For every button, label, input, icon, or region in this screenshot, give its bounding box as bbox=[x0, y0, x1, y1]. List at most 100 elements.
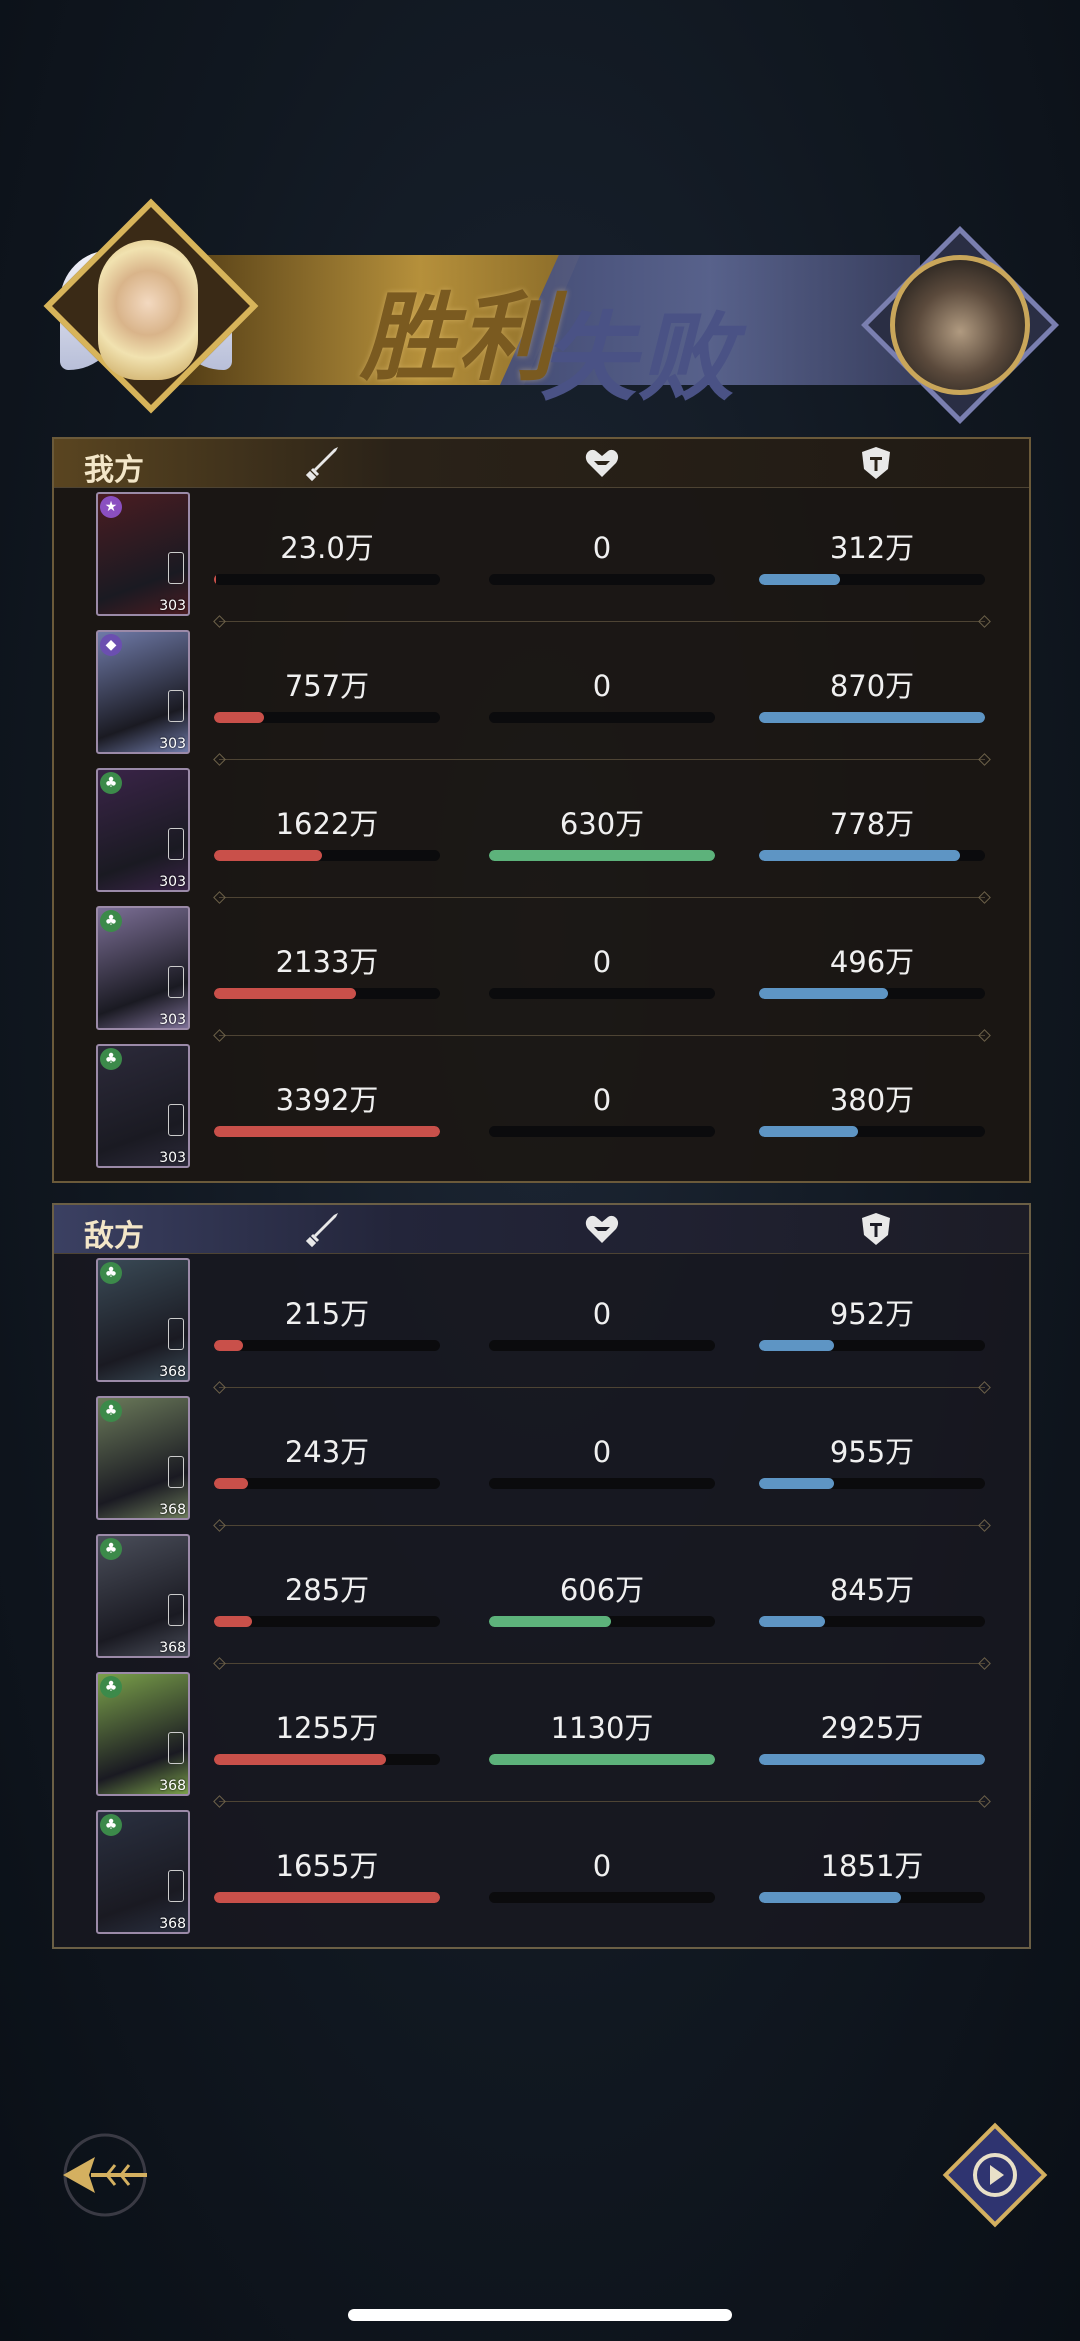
hero-class-icon: ♣ bbox=[100, 1262, 122, 1284]
damage-taken-stat-bar-fill bbox=[759, 850, 961, 861]
damage-taken-stat-value: 845万 bbox=[829, 1573, 915, 1607]
damage-taken-stat-bar bbox=[759, 1892, 985, 1903]
damage-stat-bar-fill bbox=[214, 1616, 253, 1627]
heal-stat: 0 bbox=[489, 530, 715, 585]
damage-taken-stat: 952万 bbox=[759, 1296, 985, 1351]
hero-level: 368 bbox=[159, 1502, 186, 1518]
hero-card[interactable]: ◆ 303 bbox=[96, 630, 190, 754]
damage-taken-stat-bar bbox=[759, 988, 985, 999]
heal-stat-bar bbox=[489, 1754, 715, 1765]
damage-taken-stat-value: 955万 bbox=[829, 1435, 915, 1469]
row-divider bbox=[219, 1801, 985, 1802]
heal-stat-bar bbox=[489, 850, 715, 861]
heal-stat-value: 0 bbox=[592, 669, 612, 703]
heal-stat: 606万 bbox=[489, 1572, 715, 1627]
sword-icon bbox=[302, 443, 342, 483]
row-divider bbox=[219, 1035, 985, 1036]
heal-stat-value: 0 bbox=[592, 1083, 612, 1117]
damage-stat: 757万 bbox=[214, 668, 440, 723]
heal-stat: 0 bbox=[489, 1434, 715, 1489]
back-button[interactable] bbox=[55, 2125, 155, 2225]
hero-rank-icon bbox=[168, 690, 184, 722]
hero-card[interactable]: ♣ 368 bbox=[96, 1810, 190, 1934]
hero-class-icon: ♣ bbox=[100, 1400, 122, 1422]
damage-stat-value: 215万 bbox=[284, 1297, 370, 1331]
home-indicator[interactable] bbox=[348, 2309, 732, 2321]
hero-level: 303 bbox=[159, 874, 186, 890]
damage-stat: 1622万 bbox=[214, 806, 440, 861]
replay-button[interactable] bbox=[940, 2120, 1050, 2230]
avatar-portrait bbox=[890, 255, 1030, 395]
damage-taken-stat-bar bbox=[759, 712, 985, 723]
heal-stat-value: 606万 bbox=[559, 1573, 645, 1607]
damage-stat: 3392万 bbox=[214, 1082, 440, 1137]
heal-stat-bar bbox=[489, 1126, 715, 1137]
damage-taken-stat: 870万 bbox=[759, 668, 985, 723]
damage-taken-stat-bar-fill bbox=[759, 1126, 859, 1137]
hero-class-icon: ◆ bbox=[100, 634, 122, 656]
hero-card[interactable]: ♣ 303 bbox=[96, 906, 190, 1030]
hero-level: 303 bbox=[159, 598, 186, 614]
damage-stat-value: 2133万 bbox=[275, 945, 379, 979]
hero-level: 303 bbox=[159, 736, 186, 752]
heal-stat: 1130万 bbox=[489, 1710, 715, 1765]
heal-stat-bar-fill bbox=[489, 1616, 612, 1627]
damage-stat-value: 3392万 bbox=[275, 1083, 379, 1117]
hero-card[interactable]: ♣ 303 bbox=[96, 1044, 190, 1168]
heart-icon bbox=[582, 443, 622, 483]
damage-stat-bar bbox=[214, 850, 440, 861]
heal-stat: 0 bbox=[489, 1082, 715, 1137]
damage-taken-stat-bar bbox=[759, 1616, 985, 1627]
damage-taken-stat-bar bbox=[759, 850, 985, 861]
hero-rank-icon bbox=[168, 552, 184, 584]
hero-rank-icon bbox=[168, 1456, 184, 1488]
hero-row: ♣ 368 1255万 1130万 2925万 bbox=[54, 1668, 1029, 1806]
heal-stat-bar bbox=[489, 1616, 715, 1627]
damage-taken-stat: 1851万 bbox=[759, 1848, 985, 1903]
damage-taken-stat-bar bbox=[759, 1754, 985, 1765]
hero-card[interactable]: ★ 303 bbox=[96, 492, 190, 616]
damage-stat-bar-fill bbox=[214, 574, 217, 585]
heal-stat: 0 bbox=[489, 668, 715, 723]
row-divider bbox=[219, 1387, 985, 1388]
damage-stat-bar bbox=[214, 1340, 440, 1351]
hero-row: ♣ 303 3392万 0 380万 bbox=[54, 1040, 1029, 1178]
player-avatar[interactable] bbox=[43, 198, 259, 420]
hero-row: ♣ 368 215万 0 952万 bbox=[54, 1254, 1029, 1392]
heal-stat-value: 0 bbox=[592, 1435, 612, 1469]
row-divider bbox=[219, 759, 985, 760]
hero-level: 368 bbox=[159, 1364, 186, 1380]
damage-taken-stat-bar-fill bbox=[759, 1340, 834, 1351]
hero-rank-icon bbox=[168, 1104, 184, 1136]
shield-icon bbox=[856, 443, 896, 483]
heal-stat-value: 630万 bbox=[559, 807, 645, 841]
damage-stat: 243万 bbox=[214, 1434, 440, 1489]
damage-taken-stat-value: 778万 bbox=[829, 807, 915, 841]
damage-stat-bar bbox=[214, 712, 440, 723]
hero-card[interactable]: ♣ 368 bbox=[96, 1672, 190, 1796]
damage-taken-stat: 2925万 bbox=[759, 1710, 985, 1765]
enemy-team-panel: 敌方 ♣ 368 215万 0 952万 ♣ 368 243万 0 955万 ♣ 368 285万 606… bbox=[52, 1203, 1031, 1949]
opponent-avatar[interactable] bbox=[861, 226, 1059, 424]
damage-taken-stat-bar-fill bbox=[759, 574, 841, 585]
damage-stat: 215万 bbox=[214, 1296, 440, 1351]
heal-stat: 630万 bbox=[489, 806, 715, 861]
hero-card[interactable]: ♣ 368 bbox=[96, 1534, 190, 1658]
hero-card[interactable]: ♣ 368 bbox=[96, 1396, 190, 1520]
heal-stat: 0 bbox=[489, 1296, 715, 1351]
hero-level: 368 bbox=[159, 1640, 186, 1656]
damage-stat-value: 243万 bbox=[284, 1435, 370, 1469]
hero-row: ♣ 368 285万 606万 845万 bbox=[54, 1530, 1029, 1668]
heal-stat-bar bbox=[489, 574, 715, 585]
hero-rank-icon bbox=[168, 966, 184, 998]
heal-stat-value: 1130万 bbox=[550, 1711, 654, 1745]
damage-taken-stat-bar-fill bbox=[759, 1616, 825, 1627]
heal-stat-bar bbox=[489, 1478, 715, 1489]
hero-class-icon: ♣ bbox=[100, 1048, 122, 1070]
damage-taken-stat: 955万 bbox=[759, 1434, 985, 1489]
hero-card[interactable]: ♣ 303 bbox=[96, 768, 190, 892]
heal-stat-value: 0 bbox=[592, 531, 612, 565]
damage-stat-bar-fill bbox=[214, 1478, 248, 1489]
damage-stat-bar-fill bbox=[214, 850, 323, 861]
hero-card[interactable]: ♣ 368 bbox=[96, 1258, 190, 1382]
